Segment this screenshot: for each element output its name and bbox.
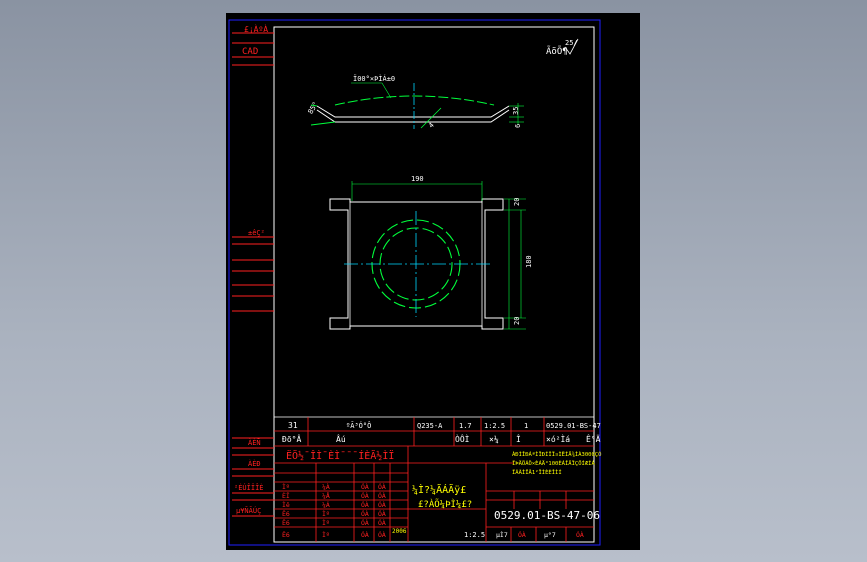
left-row-label: µ¥ÑÃÚÇ	[236, 506, 261, 515]
width-190-dim: 190	[411, 175, 424, 183]
bottom-cell: µ°7	[544, 531, 556, 539]
scale-value: 1:2.5	[484, 422, 505, 430]
svg-text:ÓÀ: ÓÀ	[378, 491, 386, 500]
svg-text:¼Å: ¼Å	[322, 491, 330, 500]
svg-text:ÓÀ: ÓÀ	[378, 482, 386, 491]
header-cell: ×¼	[489, 435, 499, 444]
svg-text:ÈÎ: ÈÎ	[282, 491, 290, 500]
svg-text:Ìº: Ìº	[322, 530, 330, 539]
drawing-viewport[interactable]: £¡ÀºÀ CAD ±êÇ² ÀÈÑ ÀÈÐ ²ÉÚÎÏÎÈ µ¥ÑÃÚÇ 25…	[226, 13, 640, 550]
header-cell: Ðõ°Â	[282, 433, 301, 444]
angle-dim: 85°	[307, 101, 320, 116]
part-name-sub: £?ÀÕ¼ÞÌ¼£?	[418, 498, 472, 510]
svg-text:Ê6: Ê6	[282, 518, 290, 527]
left-row-label: ²ÉÚÎÏÎÈ	[234, 483, 264, 492]
svg-text:ÓÀ: ÓÀ	[361, 500, 369, 509]
item-number: 31	[288, 421, 298, 430]
svg-text:Ìº: Ìº	[322, 518, 330, 527]
bottom-cell: ÓÀ	[576, 530, 584, 539]
svg-text:Ìº: Ìº	[282, 482, 290, 491]
svg-text:ÓÀ: ÓÀ	[361, 491, 369, 500]
left-top-label: £¡ÀºÀ	[244, 23, 268, 34]
height-180-dim: 180	[525, 255, 533, 268]
slot-top-dim: 20	[513, 198, 521, 206]
left-mid-label: ±êÇ²	[248, 229, 265, 237]
svg-text:Ê6: Ê6	[282, 530, 290, 539]
year: 2006	[392, 528, 407, 535]
svg-text:ÓÀ: ÓÀ	[361, 518, 369, 527]
cad-drawing: £¡ÀºÀ CAD ±êÇ² ÀÈÑ ÀÈÐ ²ÉÚÎÏÎÈ µ¥ÑÃÚÇ 25…	[228, 19, 601, 546]
header-cell: Î	[516, 433, 521, 444]
svg-text:Ìº: Ìº	[322, 509, 330, 518]
banner-text: ËÕ½¯ÎÌ¯ÈÌ¯¯¯ÍÈÃ½ÌÏ	[286, 449, 394, 462]
part-description: ºÃ³Ó°Ô	[346, 421, 371, 430]
bottom-cell: ÓÀ	[518, 530, 526, 539]
header-cell: Ê°Ä	[586, 433, 601, 444]
svg-text:¼Á: ¼Á	[322, 500, 330, 509]
sign-table: Ìº ¼À ÓÀ ÓÀ ÈÎ ¼Å ÓÀ ÓÀ Ìê ¼Á ÓÀ ÓÀ Ê6 Ì…	[282, 482, 386, 539]
svg-text:Ê6: Ê6	[282, 509, 290, 518]
svg-text:ÓÀ: ÓÀ	[378, 509, 386, 518]
header-cell: ×ó²Ìá	[546, 433, 570, 444]
quantity: 1	[524, 422, 528, 430]
slot-bottom-dim: 20	[513, 317, 521, 325]
material: Q235-A	[417, 422, 443, 430]
note-line: ÏÞÄÖÁÖ×ÈÁÄ°100ÈÁÎÄÏÇÖÍÆÍÁ	[512, 459, 595, 467]
ref-number: 0529.01-BS-47	[546, 422, 601, 430]
left-row-label: ÀÈÐ	[248, 459, 261, 468]
header-cell: Âú	[336, 433, 346, 444]
top-view	[329, 181, 526, 330]
note-line: ÏÃÃÌÏÂ1²ÏÌÈÈÎÌÍ	[512, 468, 562, 476]
svg-text:¼À: ¼À	[322, 482, 330, 491]
svg-text:ÓÀ: ÓÀ	[361, 482, 369, 491]
part-name: ¼Ì?¼ÃÁÃÿ£	[412, 483, 466, 496]
profile-note: Ï00°×ÞÌÁ±0	[353, 74, 395, 83]
note-line: ÀÐÌÎÐÁªÌÏÐÍÎÏ¤ÌËÍÄ¾ÌÀ3000ÇÓ	[512, 450, 601, 458]
svg-text:ÓÀ: ÓÀ	[361, 509, 369, 518]
scale-bottom: 1:2.5	[464, 531, 485, 539]
surface-symbol: ÃõÕ¶	[546, 45, 568, 57]
drawing-number: 0529.01-BS-47-06	[494, 509, 600, 522]
bottom-cell: µÌ7	[496, 530, 508, 539]
weight: 1.7	[459, 422, 472, 430]
cad-label: CAD	[242, 47, 258, 57]
svg-text:ÓÀ: ÓÀ	[378, 530, 386, 539]
side-view	[310, 82, 524, 129]
svg-text:ÓÀ: ÓÀ	[361, 530, 369, 539]
left-row-label: ÀÈÑ	[248, 438, 261, 447]
header-cell: ÒÔÌ	[455, 433, 470, 444]
height-35-dim: 35	[512, 107, 520, 115]
svg-text:ÓÀ: ÓÀ	[378, 500, 386, 509]
height-6-dim: 6	[514, 124, 522, 128]
svg-text:ÓÀ: ÓÀ	[378, 518, 386, 527]
svg-text:Ìê: Ìê	[282, 500, 290, 509]
